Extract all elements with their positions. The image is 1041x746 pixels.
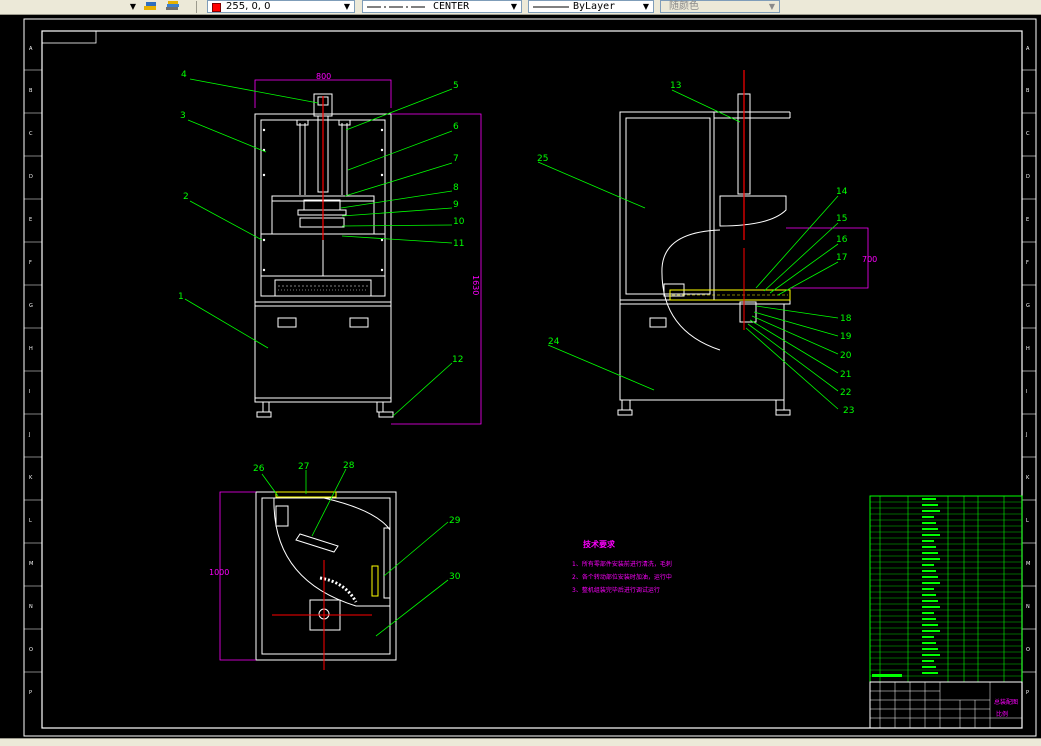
- svg-text:H: H: [29, 346, 33, 352]
- svg-text:M: M: [1026, 561, 1030, 567]
- title-block: 总装配图 比例: [869, 674, 1023, 729]
- balloon-10: 10: [453, 217, 465, 227]
- balloon-23: 23: [843, 406, 854, 416]
- balloon-26: 26: [253, 464, 265, 474]
- svg-text:P: P: [29, 690, 32, 696]
- balloon-21: 21: [840, 370, 851, 380]
- layer-dropdown-arrow[interactable]: ▼: [128, 1, 138, 13]
- color-control[interactable]: 255, 0, 0 ▼: [207, 0, 355, 13]
- balloon-19: 19: [840, 332, 852, 342]
- color-swatch: [212, 3, 221, 12]
- front-height-dim: 1630: [471, 275, 480, 295]
- balloon-9: 9: [453, 200, 459, 210]
- balloon-3: 3: [180, 111, 186, 121]
- layer-states-icon[interactable]: [164, 0, 182, 14]
- lineweight-dropdown-arrow[interactable]: ▼: [641, 1, 651, 13]
- drawing-canvas[interactable]: A B C D E F G H I J K L M N O P A B C D E F G H I J K L M N O P: [0, 14, 1041, 738]
- balloon-14: 14: [836, 187, 848, 197]
- lineweight-preview: [533, 1, 569, 15]
- svg-text:O: O: [29, 647, 33, 653]
- svg-text:K: K: [1026, 475, 1030, 481]
- balloon-11: 11: [453, 239, 464, 249]
- linetype-preview: [367, 1, 427, 15]
- plotstyle-dropdown-arrow: ▼: [768, 2, 776, 11]
- svg-text:E: E: [1026, 217, 1029, 223]
- svg-text:H: H: [1026, 346, 1030, 352]
- plotstyle-control: 随颜色 ▼: [660, 0, 780, 13]
- properties-toolbar: ▼ 255, 0, 0 ▼ CENTER ▼ ByLayer ▼ 随颜色 ▼: [0, 0, 1041, 15]
- svg-text:L: L: [29, 518, 32, 524]
- svg-text:B: B: [1026, 88, 1030, 94]
- svg-text:I: I: [1026, 389, 1027, 395]
- plotstyle-name: 随颜色: [669, 1, 699, 12]
- balloon-29: 29: [449, 516, 461, 526]
- svg-text:K: K: [29, 475, 33, 481]
- technical-notes: 技术要求 1、所有零部件安装前进行清洗，毛刺 2、各个转动部位安装时加油，运行中…: [572, 539, 672, 594]
- svg-text:L: L: [1026, 518, 1029, 524]
- front-width-dim: 800: [316, 72, 331, 81]
- balloon-30: 30: [449, 572, 461, 582]
- svg-text:B: B: [29, 88, 33, 94]
- notes-line-1: 1、所有零部件安装前进行清洗，毛刺: [572, 560, 672, 568]
- balloon-2: 2: [183, 192, 189, 202]
- top-view: 1000 26 27 28 29 30: [209, 461, 461, 670]
- lineweight-name: ByLayer: [573, 1, 616, 12]
- balloon-1: 1: [178, 292, 184, 302]
- balloon-20: 20: [840, 351, 852, 361]
- balloon-12: 12: [452, 355, 463, 365]
- balloon-24: 24: [548, 337, 560, 347]
- svg-text:I: I: [29, 389, 30, 395]
- balloon-4: 4: [181, 70, 187, 80]
- svg-text:O: O: [1026, 647, 1030, 653]
- balloon-17: 17: [836, 253, 847, 263]
- svg-text:F: F: [1026, 260, 1029, 266]
- balloon-25: 25: [537, 154, 548, 164]
- notes-line-2: 2、各个转动部位安装时加油，运行中: [572, 573, 672, 581]
- linetype-name: CENTER: [433, 1, 470, 12]
- svg-text:F: F: [29, 260, 32, 266]
- lineweight-control[interactable]: ByLayer ▼: [528, 0, 654, 13]
- layer-tool-icon[interactable]: [142, 0, 160, 14]
- drawing-name: 总装配图: [994, 698, 1018, 706]
- svg-text:A: A: [1026, 46, 1030, 52]
- svg-text:N: N: [29, 604, 33, 610]
- balloon-18: 18: [840, 314, 852, 324]
- linetype-dropdown-arrow[interactable]: ▼: [509, 1, 519, 13]
- notes-line-3: 3、整机组装完毕后进行调试运行: [572, 586, 660, 594]
- linetype-control[interactable]: CENTER ▼: [362, 0, 522, 13]
- svg-text:J: J: [28, 432, 30, 438]
- balloon-22: 22: [840, 388, 851, 398]
- notes-title: 技术要求: [583, 539, 616, 549]
- sheet-frame: A B C D E F G H I J K L M N O P A B C D E F G H I J K L M N O P: [23, 18, 1037, 737]
- balloon-8: 8: [453, 183, 459, 193]
- balloon-7: 7: [453, 154, 459, 164]
- drawing-scale-label: 比例: [996, 710, 1008, 718]
- front-view: 800 1630 4 3 2 1 5 6 7 8 9 10 11 12: [178, 70, 482, 425]
- svg-text:P: P: [1026, 690, 1029, 696]
- svg-text:C: C: [1026, 131, 1030, 137]
- svg-text:E: E: [29, 217, 32, 223]
- balloon-27: 27: [298, 462, 309, 472]
- svg-text:M: M: [29, 561, 33, 567]
- svg-text:G: G: [29, 303, 33, 309]
- svg-text:D: D: [29, 174, 33, 180]
- color-dropdown-arrow[interactable]: ▼: [342, 1, 352, 13]
- balloon-5: 5: [453, 81, 459, 91]
- balloon-6: 6: [453, 122, 459, 132]
- balloon-15: 15: [836, 214, 847, 224]
- side-view: 700 13 25 24 14 15 16 17 18 19 20 21 22 …: [537, 70, 877, 416]
- svg-text:A: A: [29, 46, 33, 52]
- color-value: 255, 0, 0: [226, 1, 271, 12]
- svg-text:G: G: [1026, 303, 1030, 309]
- svg-text:D: D: [1026, 174, 1030, 180]
- balloon-28: 28: [343, 461, 355, 471]
- parts-list-table: [869, 495, 1023, 683]
- top-height-dim: 1000: [209, 568, 229, 577]
- svg-text:N: N: [1026, 604, 1030, 610]
- svg-text:C: C: [29, 131, 33, 137]
- balloon-13: 13: [670, 81, 681, 91]
- balloon-16: 16: [836, 235, 848, 245]
- side-width-dim: 700: [862, 255, 877, 264]
- svg-text:J: J: [1025, 432, 1027, 438]
